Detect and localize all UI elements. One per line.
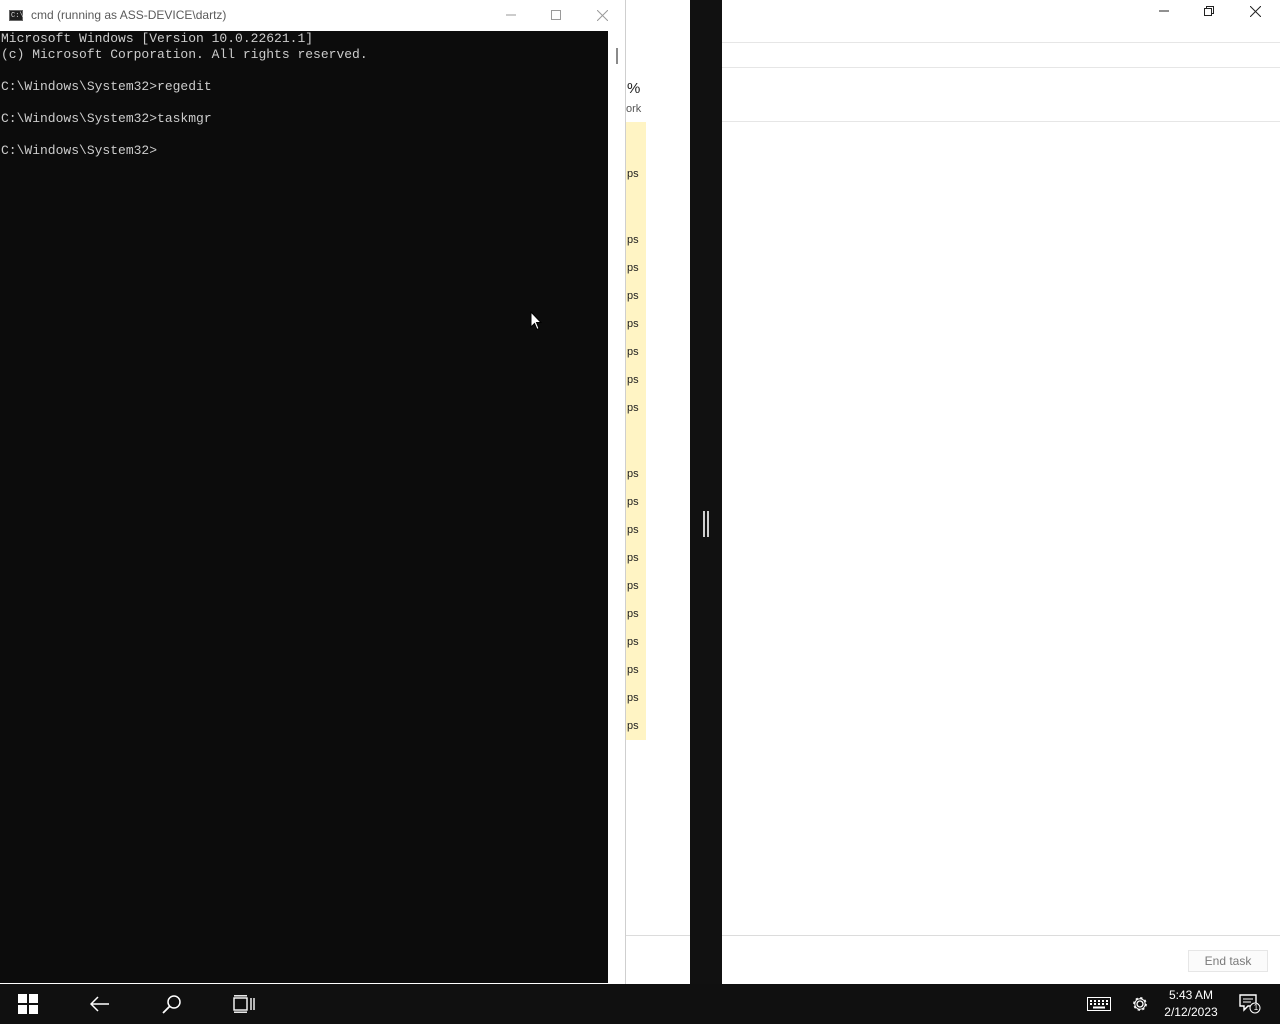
clock-date: 2/12/2023 <box>1164 1005 1218 1019</box>
maximize-button[interactable] <box>533 0 579 30</box>
maximize-icon <box>551 10 561 20</box>
task-view-icon <box>233 995 255 1013</box>
divider <box>722 121 1280 122</box>
end-task-button[interactable]: End task <box>1188 950 1268 972</box>
settings-button[interactable] <box>1124 984 1156 1024</box>
close-button[interactable] <box>579 0 625 30</box>
network-cell: ps <box>627 720 639 732</box>
keyboard-icon <box>1087 997 1111 1011</box>
network-cell: ps <box>627 468 639 480</box>
divider <box>722 42 1280 43</box>
network-column-value[interactable]: % <box>627 80 640 97</box>
console-line: C:\Windows\System32>taskmgr <box>1 111 212 126</box>
network-cell: ps <box>627 346 639 358</box>
network-cell: ps <box>627 234 639 246</box>
search-button[interactable] <box>152 984 192 1024</box>
peek-top <box>626 0 690 40</box>
settings-gear-icon <box>1133 997 1147 1011</box>
task-manager-footer: End task <box>722 935 1280 985</box>
console-line: Microsoft Windows [Version 10.0.22621.1] <box>1 31 314 46</box>
minimize-button[interactable] <box>1141 0 1187 22</box>
network-cell: ps <box>627 580 639 592</box>
restore-icon <box>1204 6 1214 16</box>
back-button[interactable] <box>80 984 120 1024</box>
task-manager-peek: % ork ps ps ps ps ps ps ps ps ps ps ps p… <box>626 0 690 984</box>
touch-keyboard-button[interactable] <box>1083 984 1115 1024</box>
console-line: (c) Microsoft Corporation. All rights re… <box>1 47 368 62</box>
peek-footer <box>626 935 690 985</box>
back-arrow-icon <box>90 996 109 1012</box>
divider <box>722 67 1280 68</box>
console-scrollbar[interactable] <box>608 31 625 983</box>
restore-button[interactable] <box>1186 0 1232 22</box>
console-output[interactable]: Microsoft Windows [Version 10.0.22621.1]… <box>0 31 608 983</box>
snap-divider[interactable] <box>690 0 722 984</box>
network-cell: ps <box>627 664 639 676</box>
system-clock[interactable]: 5:43 AM 2/12/2023 <box>1160 987 1222 1021</box>
network-cell: ps <box>627 374 639 386</box>
minimize-icon <box>1159 10 1169 12</box>
console-prompt[interactable]: C:\Windows\System32> <box>1 143 608 159</box>
network-cell: ps <box>627 636 639 648</box>
network-cell: ps <box>627 608 639 620</box>
notification-count-badge: 1 <box>1253 1003 1259 1012</box>
task-view-button[interactable] <box>224 984 264 1024</box>
window-title: cmd (running as ASS-DEVICE\dartz) <box>31 8 227 22</box>
cmd-window: C:\ cmd (running as ASS-DEVICE\dartz) Mi… <box>0 0 626 984</box>
close-icon <box>596 9 608 21</box>
mouse-pointer-icon <box>530 311 542 331</box>
cmd-titlebar[interactable]: C:\ cmd (running as ASS-DEVICE\dartz) <box>0 0 625 32</box>
network-cell: ps <box>627 402 639 414</box>
network-cell: ps <box>627 552 639 564</box>
search-icon <box>162 995 181 1014</box>
network-cell: ps <box>627 168 639 180</box>
scrollbar-thumb[interactable] <box>616 48 618 64</box>
network-cell: ps <box>627 496 639 508</box>
clock-time: 5:43 AM <box>1168 988 1214 1002</box>
network-cell: ps <box>627 692 639 704</box>
network-cell: ps <box>627 524 639 536</box>
windows-start-icon <box>18 994 38 1014</box>
taskbar: 5:43 AM 2/12/2023 1 <box>0 984 1280 1024</box>
console-icon: C:\ <box>9 10 24 21</box>
task-manager-titlebar <box>722 0 1280 42</box>
divider-grip-icon[interactable] <box>703 511 709 537</box>
minimize-button[interactable] <box>488 0 534 30</box>
network-cell: ps <box>627 318 639 330</box>
network-cell: ps <box>627 290 639 302</box>
task-manager-window: End task <box>722 0 1280 985</box>
close-button[interactable] <box>1232 0 1278 22</box>
minimize-icon <box>506 14 516 16</box>
start-button[interactable] <box>8 984 48 1024</box>
network-column-label[interactable]: ork <box>626 103 641 115</box>
close-icon <box>1249 5 1261 17</box>
network-cell: ps <box>627 262 639 274</box>
console-line: C:\Windows\System32>regedit <box>1 79 212 94</box>
notifications-button[interactable]: 1 <box>1236 984 1264 1024</box>
